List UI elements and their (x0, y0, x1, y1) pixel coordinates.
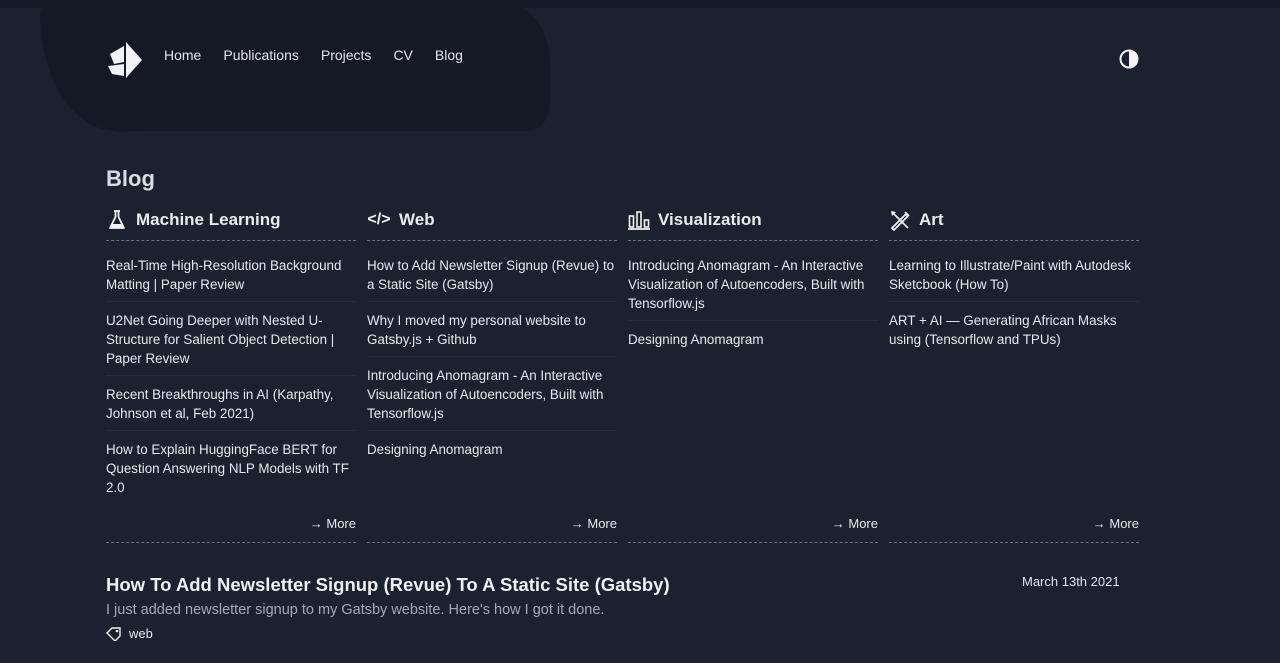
more-link-art[interactable]: → More (1093, 516, 1139, 531)
post-link[interactable]: Designing Anomagram (367, 431, 617, 466)
featured-post-description: I just added newsletter signup to my Gat… (106, 602, 605, 618)
post-link[interactable]: Designing Anomagram (628, 321, 878, 356)
more-link-visualization[interactable]: → More (832, 516, 878, 531)
flask-icon (106, 209, 128, 231)
more-link-web[interactable]: → More (571, 516, 617, 531)
more-link-machine-learning[interactable]: → More (310, 516, 356, 531)
tag-label: web (129, 626, 153, 641)
post-link[interactable]: Introducing Anomagram - An Interactive V… (628, 247, 878, 321)
more-label: More (587, 516, 617, 531)
more-label: More (326, 516, 356, 531)
nav-cv[interactable]: CV (393, 46, 412, 64)
category-header: </> Web (367, 206, 617, 241)
featured-post-title[interactable]: How To Add Newsletter Signup (Revue) To … (106, 574, 670, 596)
bar-chart-icon (628, 209, 650, 231)
nav-blog[interactable]: Blog (435, 46, 463, 64)
category-column-machine-learning: Machine Learning Real-Time High-Resoluti… (106, 206, 356, 504)
pencil-brush-icon (889, 209, 911, 231)
more-label: More (1109, 516, 1139, 531)
nav-projects[interactable]: Projects (321, 46, 372, 64)
post-link[interactable]: How to Explain HuggingFace BERT for Ques… (106, 431, 356, 504)
more-row: → More (628, 514, 878, 543)
post-link[interactable]: Introducing Anomagram - An Interactive V… (367, 357, 617, 431)
more-row: → More (367, 514, 617, 543)
post-link[interactable]: Learning to Illustrate/Paint with Autode… (889, 247, 1139, 302)
featured-post-tag[interactable]: web (106, 626, 153, 641)
theme-toggle-icon[interactable] (1118, 48, 1140, 70)
tag-icon (106, 626, 121, 641)
category-header: Machine Learning (106, 206, 356, 241)
post-link[interactable]: ART + AI — Generating African Masks usin… (889, 302, 1139, 356)
category-title: Web (399, 210, 435, 229)
nav-publications[interactable]: Publications (223, 46, 299, 64)
site-logo-icon[interactable] (106, 40, 144, 80)
category-title: Visualization (658, 210, 762, 229)
category-column-art: Art Learning to Illustrate/Paint with Au… (889, 206, 1139, 356)
post-link[interactable]: Real-Time High-Resolution Background Mat… (106, 247, 356, 302)
more-row: → More (106, 514, 356, 543)
post-link[interactable]: Recent Breakthroughs in AI (Karpathy, Jo… (106, 376, 356, 431)
category-header: Art (889, 206, 1139, 241)
featured-post-date: March 13th 2021 (1022, 574, 1120, 589)
category-title: Machine Learning (136, 210, 281, 229)
page-title: Blog (106, 166, 155, 191)
post-link[interactable]: How to Add Newsletter Signup (Revue) to … (367, 247, 617, 302)
main-nav: Home Publications Projects CV Blog (164, 46, 485, 64)
post-link[interactable]: Why I moved my personal website to Gatsb… (367, 302, 617, 357)
more-label: More (848, 516, 878, 531)
category-column-visualization: Visualization Introducing Anomagram - An… (628, 206, 878, 356)
category-header: Visualization (628, 206, 878, 241)
more-row: → More (889, 514, 1139, 543)
post-link[interactable]: U2Net Going Deeper with Nested U-Structu… (106, 302, 356, 376)
category-title: Art (919, 210, 944, 229)
category-column-web: </> Web How to Add Newsletter Signup (Re… (367, 206, 617, 466)
nav-home[interactable]: Home (164, 46, 201, 64)
code-icon: </> (367, 211, 391, 228)
